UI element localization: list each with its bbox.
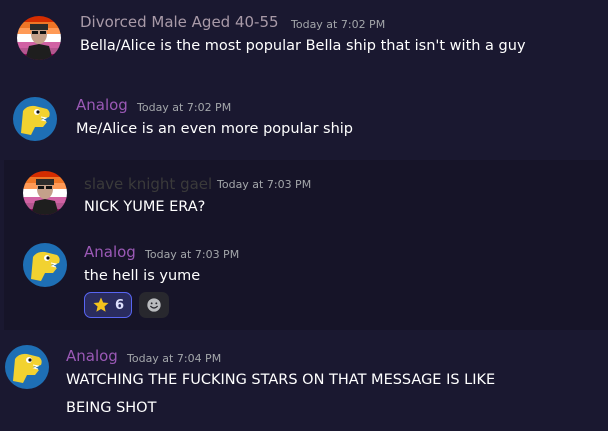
message-text: the hell is yume: [84, 268, 201, 284]
timestamp: Today at 7:02 PM: [291, 18, 386, 31]
add-reaction-button[interactable]: [139, 292, 169, 318]
agumon-avatar-icon: [13, 97, 57, 141]
message-text: Bella/Alice is the most popular Bella sh…: [80, 38, 526, 54]
smiley-add-reaction-icon: [147, 298, 161, 312]
agumon-avatar-icon: [23, 243, 67, 287]
agumon-avatar-icon: [5, 345, 49, 389]
username[interactable]: Analog: [84, 243, 136, 261]
avatar[interactable]: [5, 345, 49, 389]
timestamp: Today at 7:04 PM: [127, 352, 222, 365]
message-text: Me/Alice is an even more popular ship: [76, 121, 353, 137]
message-text-line-1: WATCHING THE FUCKING STARS ON THAT MESSA…: [66, 372, 496, 388]
timestamp: Today at 7:02 PM: [137, 101, 232, 114]
timestamp: Today at 7:03 PM: [145, 248, 240, 261]
message-text-line-2: BEING SHOT: [66, 400, 157, 416]
avatar[interactable]: [23, 243, 67, 287]
message-text: NICK YUME ERA?: [84, 199, 206, 215]
star-emoji-icon: [93, 297, 109, 312]
avatar[interactable]: [23, 171, 67, 215]
reaction-star[interactable]: 6: [84, 292, 132, 318]
username[interactable]: Divorced Male Aged 40-55: [80, 13, 279, 31]
avatar[interactable]: [13, 97, 57, 141]
username[interactable]: slave knight gael: [84, 175, 212, 193]
username[interactable]: Analog: [76, 96, 128, 114]
user-avatar-image-icon: [17, 16, 61, 60]
avatar[interactable]: [17, 16, 61, 60]
user-avatar-image-icon: [23, 171, 67, 215]
timestamp: Today at 7:03 PM: [217, 178, 312, 191]
reaction-count: 6: [114, 297, 125, 313]
username[interactable]: Analog: [66, 347, 118, 365]
